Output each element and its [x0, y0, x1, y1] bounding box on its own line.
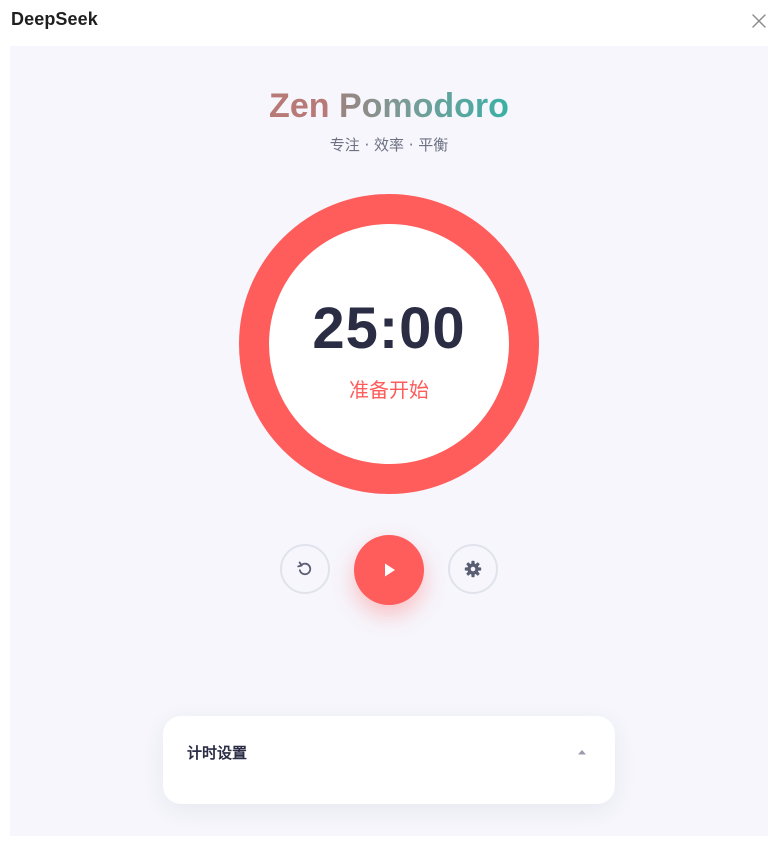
- timer-status: 准备开始: [349, 378, 429, 402]
- close-button[interactable]: [750, 12, 768, 30]
- app-content: Zen Pomodoro 专注 · 效率 · 平衡 25:00 准备开始 计时设…: [10, 46, 768, 836]
- timer-ring: 25:00 准备开始: [239, 194, 539, 494]
- play-icon: [385, 563, 395, 577]
- app-heading: Zen Pomodoro: [10, 84, 768, 128]
- app-title: DeepSeek: [11, 9, 98, 29]
- window-titlebar: DeepSeek: [0, 0, 782, 46]
- timer-settings-toggle[interactable]: [573, 743, 591, 761]
- timer-settings-panel: 计时设置: [163, 716, 615, 804]
- timer-settings-title: 计时设置: [187, 744, 248, 762]
- app-heading-word-2: Pomodoro: [339, 84, 509, 128]
- settings-button[interactable]: [448, 544, 498, 594]
- reset-button[interactable]: [280, 544, 330, 594]
- timer-display: 25:00: [312, 296, 466, 361]
- close-icon: [752, 14, 766, 28]
- app-heading-word-1: Zen: [269, 87, 330, 125]
- play-button[interactable]: [354, 535, 424, 605]
- app-subtitle: 专注 · 效率 · 平衡: [329, 136, 449, 154]
- gear-icon: [464, 560, 482, 578]
- caret-up-icon: [578, 750, 586, 755]
- reset-icon: [297, 561, 312, 576]
